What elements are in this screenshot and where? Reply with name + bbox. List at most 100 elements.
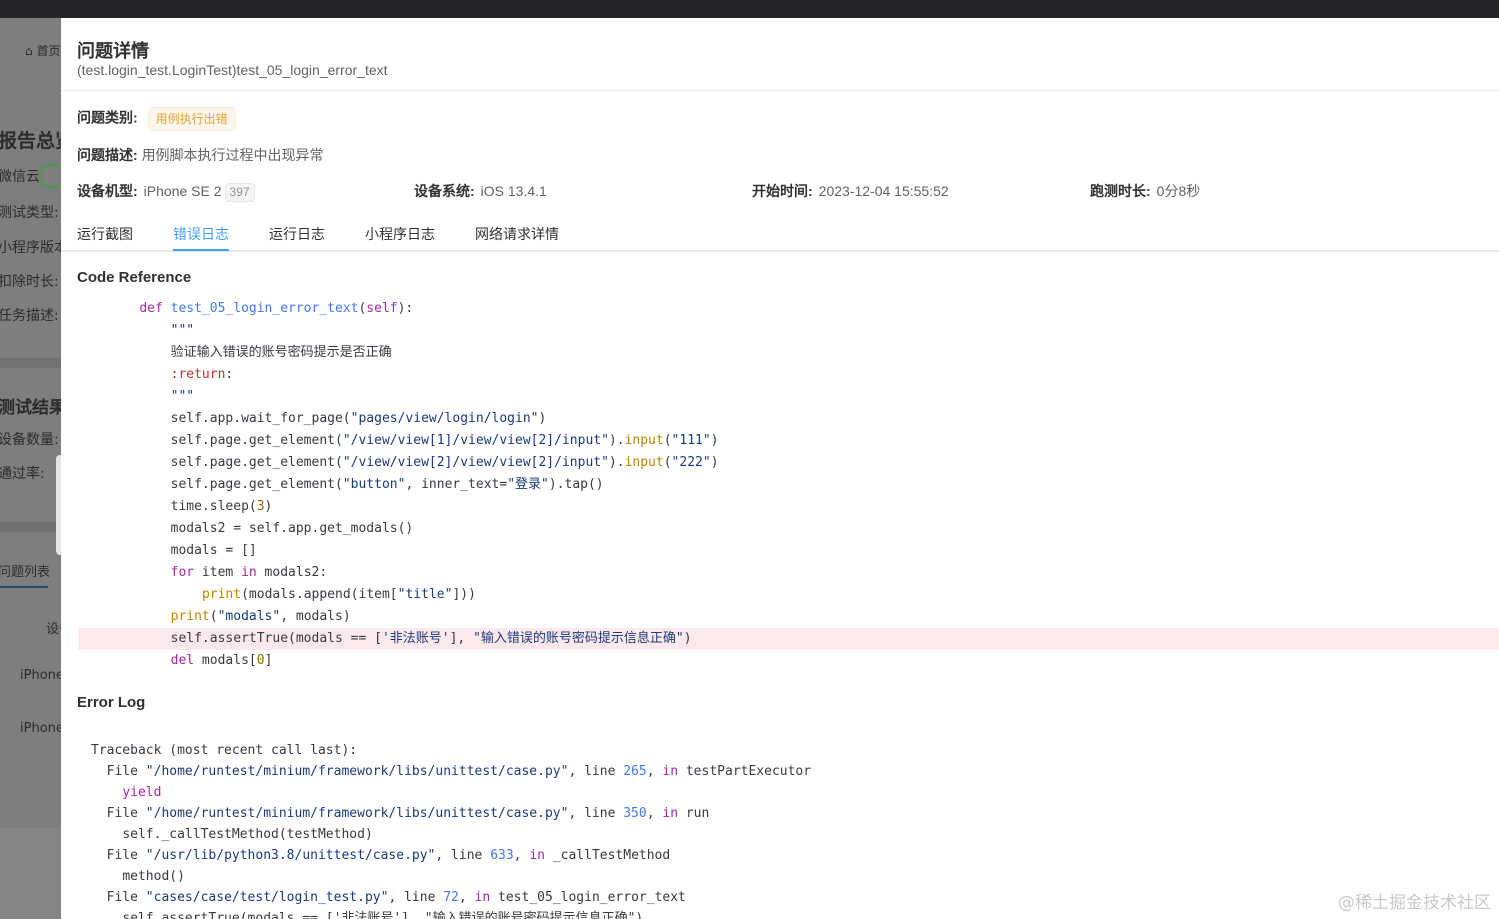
code-token: "button" [342, 477, 406, 492]
code-line: modals2 = self.app.get_modals() [171, 518, 1499, 540]
watermark: @稀土掘金技术社区 [1338, 893, 1491, 913]
report-title: 报告总览 [0, 130, 61, 152]
code-line: File "/home/runtest/minium/framework/lib… [107, 803, 710, 824]
description-value: 用例脚本执行过程中出现异常 [141, 147, 324, 163]
code-line: """ [171, 320, 1499, 342]
home-icon: ⌂ [25, 44, 33, 58]
drawer-subtitle: (test.login_test.LoginTest)test_05_login… [77, 62, 388, 78]
start-time-value: 2023-12-04 15:55:52 [818, 183, 949, 199]
code-token: "/home/runtest/minium/framework/libs/uni… [145, 806, 569, 821]
code-token: "输入错误的账号密码提示信息正确" [473, 631, 684, 646]
code-token: 633 [490, 848, 514, 863]
deduct-label: 扣除时长: [0, 274, 59, 290]
code-token: ).tap() [548, 477, 604, 492]
bg-divider [0, 358, 61, 368]
code-token: 265 [623, 764, 647, 779]
code-token: self.page.get_element( [170, 455, 343, 470]
code-line: File "/home/runtest/minium/framework/lib… [107, 761, 811, 782]
code-line: self.page.get_element("/view/view[1]/vie… [171, 430, 1499, 452]
code-token: input [624, 455, 664, 470]
tab-screenshots[interactable]: 运行截图 [77, 224, 133, 244]
code-line: File "/usr/lib/python3.8/unittest/case.p… [107, 845, 671, 866]
bg-lower-area [0, 828, 61, 919]
description-label: 问题描述: [77, 147, 138, 163]
code-token: in [474, 890, 491, 905]
code-line: File "cases/case/test/login_test.py", li… [107, 887, 686, 908]
code-line: :return: [171, 364, 1499, 386]
code-line: modals = [] [171, 540, 1499, 562]
duration-value: 0分8秒 [1156, 183, 1201, 199]
code-token: method() [122, 869, 185, 884]
task-desc-label: 任务描述: [0, 308, 59, 324]
code-token: "登录" [507, 477, 549, 492]
code-token: :return [170, 367, 226, 382]
code-token: testPartExecutor [678, 764, 812, 779]
code-token: item [194, 565, 242, 580]
code-token: 验证输入错误的账号密码提示是否正确 [170, 345, 392, 360]
breadcrumb-home: ⌂ 首页 [25, 44, 61, 58]
code-token: ) [710, 433, 719, 448]
mp-version-label: 小程序版本 [0, 240, 61, 256]
code-token: "/usr/lib/python3.8/unittest/case.py" [145, 848, 436, 863]
code-line: method() [122, 866, 185, 887]
tab-network-requests[interactable]: 网络请求详情 [475, 224, 559, 244]
code-line: self.app.wait_for_page("pages/view/login… [171, 408, 1499, 430]
code-token: del [170, 653, 195, 668]
code-token: '非法账号' [381, 631, 450, 646]
code-token: test_05_login_error_text [490, 890, 686, 905]
device-os-value: iOS 13.4.1 [480, 183, 547, 199]
code-token: print [201, 587, 242, 602]
result-title: 测试结果 [0, 398, 61, 418]
code-token: "cases/case/test/login_test.py" [145, 890, 389, 905]
code-line: print("modals", modals) [171, 606, 1499, 628]
code-token: ) [538, 411, 547, 426]
device-model-label: 设备机型: [77, 183, 138, 199]
code-token: , line [435, 848, 491, 863]
issue-detail-drawer: 问题详情 (test.login_test.LoginTest)test_05_… [61, 18, 1499, 919]
code-token: , line [568, 806, 624, 821]
issue-category-row: 问题类别: 用例执行出错 [77, 107, 236, 131]
code-token: in [241, 565, 257, 580]
code-line: self.page.get_element("button", inner_te… [171, 474, 1499, 496]
cloud-label: 微信云 [0, 169, 40, 185]
start-time-label: 开始时间: [752, 183, 813, 199]
bg-divider [0, 522, 61, 532]
code-token: ( [663, 433, 672, 448]
tab-run-log[interactable]: 运行日志 [269, 224, 325, 244]
category-label: 问题类别: [77, 109, 138, 126]
code-token: modals = [] [170, 543, 257, 558]
code-token: "/view/view[2]/view/view[2]/input" [342, 455, 609, 470]
code-line: self.assertTrue(modals == ['非法账号'], "输入错… [122, 908, 643, 919]
code-token: , [646, 806, 663, 821]
code-token: "/home/runtest/minium/framework/libs/uni… [145, 764, 569, 779]
background-page: ⌂ 首页 报告总览 微信云 测试类型: 小程序版本 扣除时长: 任务描述: 测试… [0, 18, 61, 919]
code-token: , inner_text= [405, 477, 508, 492]
issue-description-row: 问题描述: 用例脚本执行过程中出现异常 [77, 145, 324, 165]
code-token: ). [608, 455, 625, 470]
detail-tabs: 运行截图 错误日志 运行日志 小程序日志 网络请求详情 [61, 214, 1499, 252]
code-token: : [225, 367, 234, 382]
code-line: del modals[0] [171, 650, 1499, 672]
code-token: 3 [256, 499, 265, 514]
device-os-field: 设备系统: iOS 13.4.1 [414, 181, 547, 201]
code-token: (modals.append(item[ [241, 587, 398, 602]
error-log-title: Error Log [77, 694, 146, 711]
code-token: self._callTestMethod(testMethod) [122, 827, 373, 842]
status-check-icon [38, 164, 61, 188]
code-token: 0 [256, 653, 265, 668]
code-token: "title" [397, 587, 453, 602]
table-row: iPhone [20, 721, 61, 736]
code-token: ) [710, 455, 719, 470]
code-token: ])) [452, 587, 476, 602]
code-reference-title: Code Reference [77, 269, 192, 286]
tab-miniprogram-log[interactable]: 小程序日志 [365, 224, 435, 244]
code-token: test_05_login_error_text [170, 301, 359, 316]
code-line: 验证输入错误的账号密码提示是否正确 [171, 342, 1499, 364]
code-token: 350 [623, 806, 647, 821]
code-token: modals[ [194, 653, 257, 668]
code-token: ( [663, 455, 672, 470]
code-token: "222" [671, 455, 711, 470]
code-line: Traceback (most recent call last): [91, 740, 357, 761]
tab-issue-list[interactable]: 问题列表 [0, 561, 50, 580]
tab-error-log[interactable]: 错误日志 [173, 224, 229, 244]
